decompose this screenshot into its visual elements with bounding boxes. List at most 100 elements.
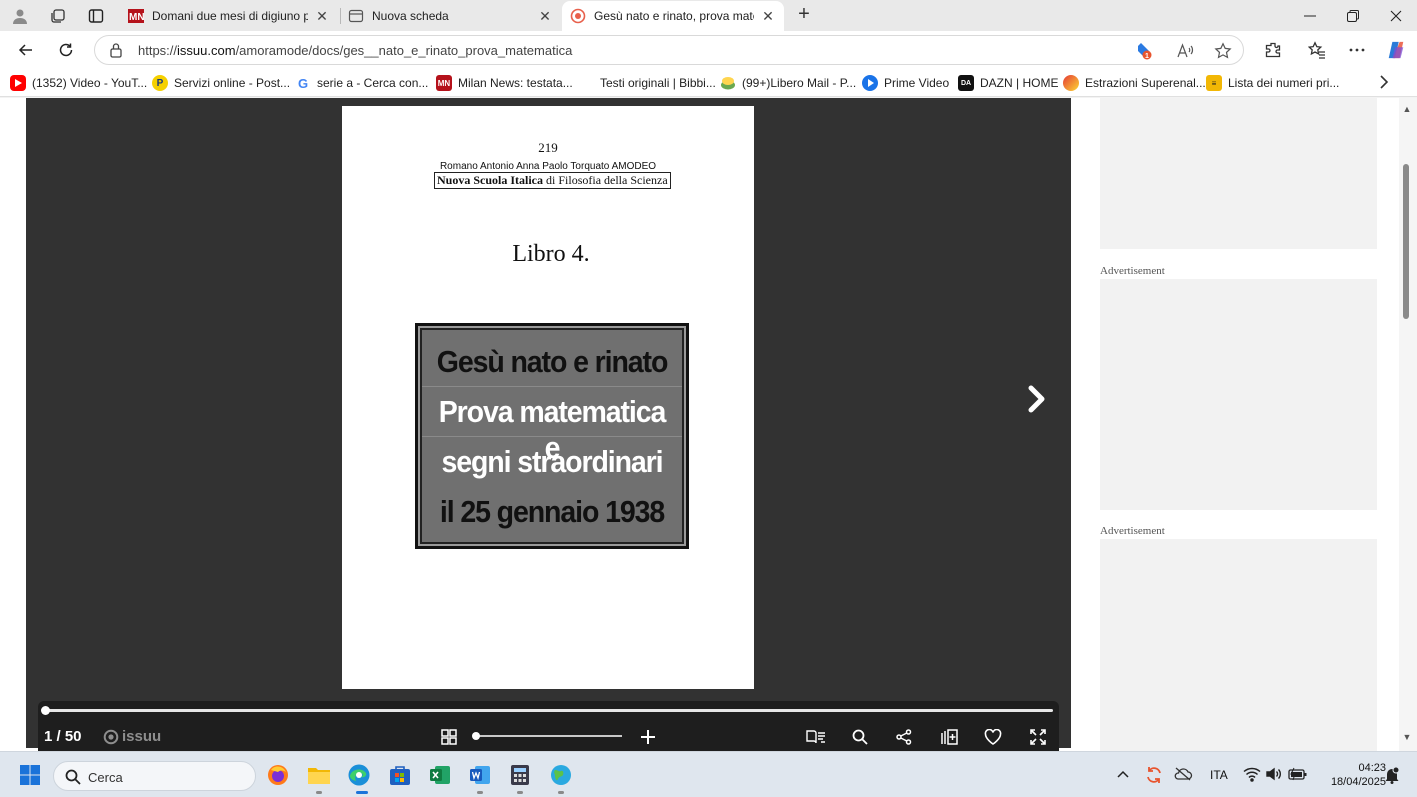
zoom-in-icon[interactable]: [638, 727, 658, 747]
milan-news-icon: MN: [436, 75, 452, 91]
superenalotto-icon: [1063, 75, 1079, 91]
start-windows-icon[interactable]: [17, 763, 43, 787]
favorites-overflow-chevron-icon[interactable]: [1378, 74, 1390, 90]
page-scrollbar[interactable]: ▲ ▼: [1399, 98, 1417, 751]
lock-icon[interactable]: [109, 42, 123, 61]
clock-time: 04:23: [1358, 762, 1386, 774]
close-window-button[interactable]: [1374, 0, 1417, 31]
copilot-icon[interactable]: [1386, 40, 1406, 60]
advertisement-label: Advertisement: [1100, 525, 1165, 537]
youtube-icon: [10, 75, 26, 91]
tab-new-tab[interactable]: Nuova scheda ✕: [340, 1, 561, 31]
document-page[interactable]: 219 Romano Antonio Anna Paolo Torquato A…: [342, 106, 754, 689]
tab-title: Gesù nato e rinato, prova matema: [594, 9, 754, 23]
favorite-prime-video[interactable]: Prime Video: [862, 75, 949, 91]
word-icon[interactable]: [467, 763, 493, 787]
show-hidden-icons-chevron-icon[interactable]: [1116, 768, 1130, 782]
system-clock[interactable]: 04:23 18/04/2025: [1314, 761, 1386, 789]
favorite-testi-originali[interactable]: Testi originali | Bibbi...: [578, 75, 716, 91]
battery-icon[interactable]: [1288, 766, 1308, 785]
google-icon: G: [297, 75, 309, 91]
calculator-icon[interactable]: [507, 763, 533, 787]
wifi-icon[interactable]: [1243, 766, 1261, 785]
address-bar[interactable]: https://issuu.com/amoramode/docs/ges__na…: [94, 35, 1244, 65]
shopping-icon[interactable]: 1: [1134, 41, 1154, 61]
favorite-dazn[interactable]: DA DAZN | HOME: [958, 75, 1058, 91]
tab-issuu[interactable]: Gesù nato e rinato, prova matema ✕: [562, 1, 784, 31]
favorite-star-icon[interactable]: [1213, 41, 1233, 61]
close-tab-icon[interactable]: ✕: [537, 8, 553, 24]
taskbar-search[interactable]: Cerca: [53, 761, 256, 791]
onedrive-cloud-icon[interactable]: [1173, 766, 1193, 785]
zoom-slider[interactable]: [472, 732, 622, 740]
microsoft-store-icon[interactable]: [387, 763, 413, 787]
favorite-youtube[interactable]: (1352) Video - YouT...: [10, 75, 147, 91]
search-icon[interactable]: [850, 727, 870, 747]
svg-text:1: 1: [1145, 53, 1149, 60]
maps-globe-icon[interactable]: [548, 763, 574, 787]
favorites-icon[interactable]: [1307, 40, 1327, 60]
scroll-up-arrow-icon[interactable]: ▲: [1401, 104, 1413, 114]
close-tab-icon[interactable]: ✕: [314, 8, 330, 24]
close-tab-icon[interactable]: ✕: [760, 8, 776, 24]
sync-update-icon[interactable]: [1144, 765, 1164, 788]
favorite-google-search[interactable]: G serie a - Cerca con...: [295, 75, 428, 91]
like-heart-icon[interactable]: [983, 727, 1003, 747]
tab-milan-news[interactable]: MN Domani due mesi di digiuno per G ✕: [120, 1, 338, 31]
favorite-label: DAZN | HOME: [980, 76, 1059, 90]
book-title: Libro 4.: [512, 241, 590, 267]
issuu-reader: 219 Romano Antonio Anna Paolo Torquato A…: [26, 98, 1071, 748]
favorite-label: Milan News: testata...: [458, 76, 573, 90]
dazn-icon: DA: [958, 75, 974, 91]
page-progress-bar[interactable]: [41, 706, 1053, 715]
progress-knob[interactable]: [41, 706, 50, 715]
file-explorer-icon[interactable]: [306, 763, 332, 787]
refresh-button[interactable]: [54, 38, 78, 62]
read-aloud-icon[interactable]: [1176, 41, 1196, 61]
minimize-button[interactable]: [1288, 0, 1332, 31]
fullscreen-icon[interactable]: [1028, 727, 1048, 747]
favorite-superenalotto[interactable]: Estrazioni Superenal...: [1063, 75, 1206, 91]
excel-icon[interactable]: [427, 763, 453, 787]
svg-text:MN: MN: [129, 12, 144, 23]
new-tab-button[interactable]: +: [793, 4, 815, 26]
vertical-tabs-icon[interactable]: [84, 4, 108, 28]
navigation-toolbar: https://issuu.com/amoramode/docs/ges__na…: [0, 31, 1417, 69]
notifications-bell-icon[interactable]: [1384, 766, 1400, 787]
favorite-poste[interactable]: P Servizi online - Post...: [152, 75, 290, 91]
school-name: Nuova Scuola Italica di Filosofia della …: [434, 172, 671, 189]
add-to-stack-icon[interactable]: [939, 727, 959, 747]
advertisement-slot[interactable]: [1100, 279, 1377, 510]
edge-browser-icon[interactable]: [346, 763, 372, 787]
restore-button[interactable]: [1331, 0, 1375, 31]
advertisement-slot[interactable]: [1100, 539, 1377, 751]
url-text[interactable]: https://issuu.com/amoramode/docs/ges__na…: [138, 43, 572, 58]
favorite-lista-numeri[interactable]: ≡ Lista dei numeri pri...: [1206, 75, 1339, 91]
zoom-knob[interactable]: [472, 732, 480, 740]
blank-page-icon: [578, 75, 594, 91]
volume-icon[interactable]: [1265, 766, 1283, 785]
back-button[interactable]: [14, 38, 38, 62]
author-line: Romano Antonio Anna Paolo Torquato AMODE…: [439, 161, 657, 172]
favorite-libero-mail[interactable]: (99+)Libero Mail - P...: [720, 75, 856, 91]
share-icon[interactable]: [894, 727, 914, 747]
favorite-milan-news[interactable]: MN Milan News: testata...: [436, 75, 573, 91]
grid-view-icon[interactable]: [439, 727, 459, 747]
next-page-chevron-icon[interactable]: [1022, 381, 1052, 417]
cover-line: Gesù nato e rinato: [436, 344, 669, 379]
language-indicator[interactable]: ITA: [1210, 768, 1228, 782]
advertisement-slot[interactable]: [1100, 98, 1377, 249]
ad-sidebar: Advertisement Advertisement: [1071, 98, 1399, 751]
firefox-icon[interactable]: [265, 763, 291, 787]
extensions-icon[interactable]: [1263, 40, 1283, 60]
scroll-down-arrow-icon[interactable]: ▼: [1401, 732, 1413, 742]
reader-mode-icon[interactable]: [806, 727, 826, 747]
page-content: 219 Romano Antonio Anna Paolo Torquato A…: [0, 98, 1417, 753]
favorite-label: Estrazioni Superenal...: [1085, 76, 1206, 90]
issuu-logo[interactable]: issuu: [103, 728, 161, 745]
workspaces-icon[interactable]: [46, 4, 70, 28]
profile-icon[interactable]: [8, 4, 32, 28]
scrollbar-thumb[interactable]: [1403, 164, 1409, 319]
more-options-icon[interactable]: [1347, 40, 1367, 60]
favorite-label: Prime Video: [884, 76, 950, 90]
